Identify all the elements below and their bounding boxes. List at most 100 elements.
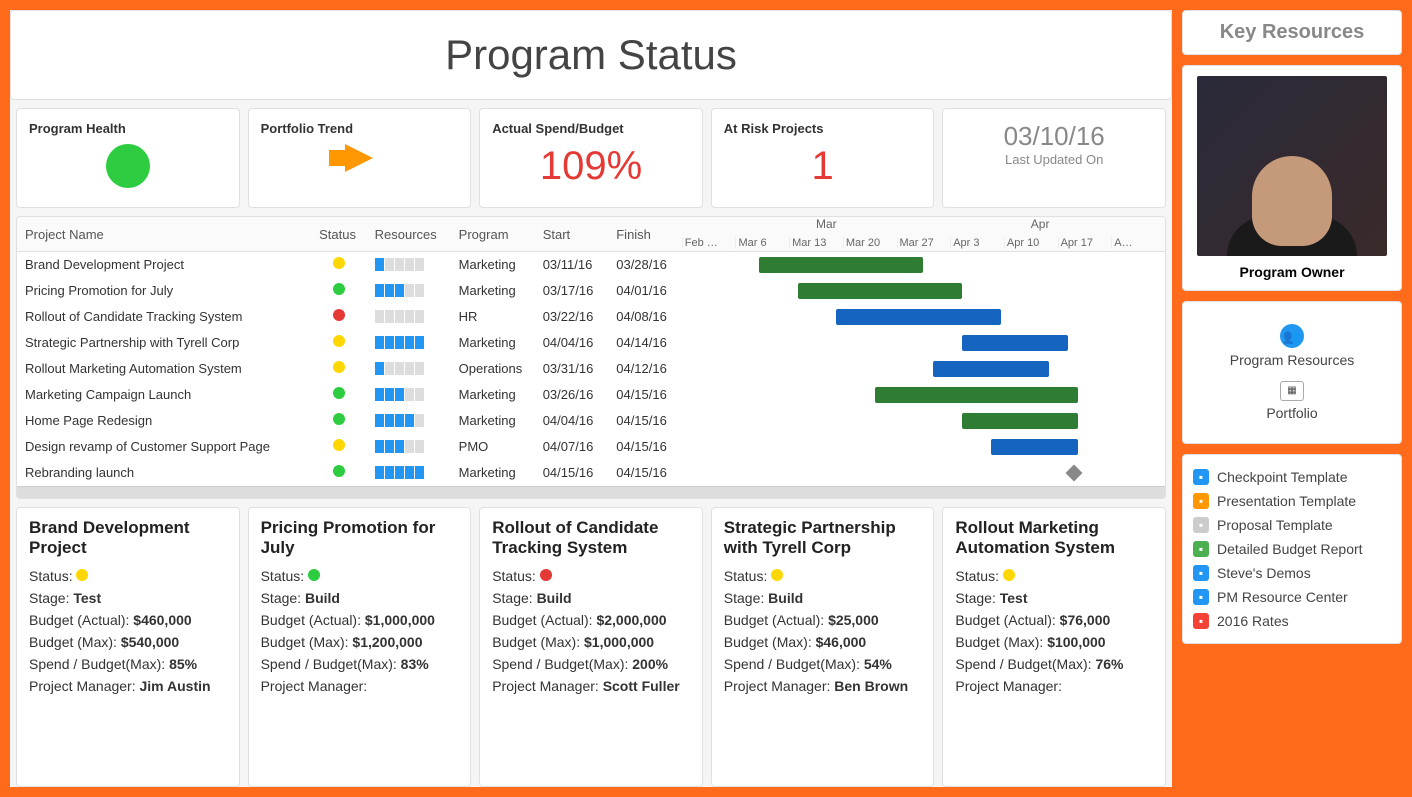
program-owner-card[interactable]: Program Owner: [1182, 65, 1402, 291]
kpi-updated-date: 03/10/16: [955, 121, 1153, 152]
status-indicator-icon: [333, 387, 345, 399]
project-detail-card[interactable]: Strategic Partnership with Tyrell CorpSt…: [711, 507, 935, 788]
cell-program: Operations: [451, 356, 535, 382]
detail-stage: Stage: Test: [29, 590, 227, 606]
cell-program: Marketing: [451, 252, 535, 278]
file-icon: ▪: [1193, 493, 1209, 509]
cell-finish: 04/15/16: [608, 460, 682, 486]
person-icon: [395, 336, 404, 349]
detail-stage: Stage: Test: [955, 590, 1153, 606]
cell-start: 04/04/16: [535, 330, 609, 356]
person-icon: [385, 258, 394, 271]
resource-link[interactable]: ▪Proposal Template: [1193, 513, 1391, 537]
detail-pm: Project Manager: Ben Brown: [724, 678, 922, 694]
project-detail-card[interactable]: Rollout Marketing Automation SystemStatu…: [942, 507, 1166, 788]
cell-program: Marketing: [451, 330, 535, 356]
person-icon: [405, 414, 414, 427]
project-detail-card[interactable]: Rollout of Candidate Tracking SystemStat…: [479, 507, 703, 788]
col-finish[interactable]: Finish: [608, 217, 682, 252]
portfolio-button[interactable]: ▦ Portfolio: [1193, 380, 1391, 421]
resource-link[interactable]: ▪2016 Rates: [1193, 609, 1391, 633]
person-icon: [405, 440, 414, 453]
project-detail-cards: Brand Development ProjectStatus: Stage: …: [10, 507, 1172, 788]
milestone-icon[interactable]: [1066, 464, 1083, 481]
table-row[interactable]: Design revamp of Customer Support PagePM…: [17, 434, 1165, 460]
trend-arrow-icon: [345, 144, 373, 172]
detail-title: Rollout Marketing Automation System: [955, 518, 1153, 558]
person-icon: [375, 284, 384, 297]
table-row[interactable]: Marketing Campaign LaunchMarketing03/26/…: [17, 382, 1165, 408]
project-detail-card[interactable]: Brand Development ProjectStatus: Stage: …: [16, 507, 240, 788]
detail-budget_actual: Budget (Actual): $76,000: [955, 612, 1153, 628]
detail-budget_max: Budget (Max): $100,000: [955, 634, 1153, 650]
gantt-bar[interactable]: [962, 335, 1068, 351]
detail-status: Status:: [492, 568, 690, 584]
gantt-bar[interactable]: [875, 387, 1078, 403]
table-row[interactable]: Rebranding launchMarketing04/15/1604/15/…: [17, 460, 1165, 486]
status-indicator-icon: [333, 413, 345, 425]
cell-program: Marketing: [451, 278, 535, 304]
person-icon: [405, 362, 414, 375]
detail-title: Strategic Partnership with Tyrell Corp: [724, 518, 922, 558]
person-icon: [415, 284, 424, 297]
table-row[interactable]: Pricing Promotion for JulyMarketing03/17…: [17, 278, 1165, 304]
cell-start: 04/04/16: [535, 408, 609, 434]
project-name: Pricing Promotion for July: [17, 278, 311, 304]
horizontal-scrollbar[interactable]: [17, 486, 1165, 498]
project-name: Marketing Campaign Launch: [17, 382, 311, 408]
table-row[interactable]: Home Page RedesignMarketing04/04/1604/15…: [17, 408, 1165, 434]
status-indicator-icon: [333, 361, 345, 373]
resource-link[interactable]: ▪Checkpoint Template: [1193, 465, 1391, 489]
col-program[interactable]: Program: [451, 217, 535, 252]
kpi-spend-value: 109%: [492, 144, 690, 189]
person-icon: [375, 388, 384, 401]
kpi-row: Program Health Portfolio Trend Actual Sp…: [10, 108, 1172, 208]
project-detail-card[interactable]: Pricing Promotion for JulyStatus: Stage:…: [248, 507, 472, 788]
cell-program: HR: [451, 304, 535, 330]
table-row[interactable]: Rollout Marketing Automation SystemOpera…: [17, 356, 1165, 382]
cell-finish: 03/28/16: [608, 252, 682, 278]
gantt-bar[interactable]: [836, 309, 1000, 325]
col-start[interactable]: Start: [535, 217, 609, 252]
cell-program: PMO: [451, 434, 535, 460]
program-resources-button[interactable]: 👥 Program Resources: [1193, 324, 1391, 368]
person-icon: [395, 388, 404, 401]
detail-budget_max: Budget (Max): $540,000: [29, 634, 227, 650]
col-resources[interactable]: Resources: [367, 217, 451, 252]
program-owner-avatar: [1197, 76, 1387, 256]
person-icon: [385, 466, 394, 479]
resource-link[interactable]: ▪Steve's Demos: [1193, 561, 1391, 585]
person-icon: [385, 414, 394, 427]
person-icon: [405, 336, 414, 349]
table-row[interactable]: Brand Development ProjectMarketing03/11/…: [17, 252, 1165, 278]
person-icon: [405, 284, 414, 297]
person-icon: [385, 362, 394, 375]
status-indicator-icon: [308, 569, 320, 581]
kpi-risk-value: 1: [724, 144, 922, 189]
kpi-health: Program Health: [16, 108, 240, 208]
gantt-bar[interactable]: [991, 439, 1078, 455]
page-title-card: Program Status: [10, 10, 1172, 100]
project-table: Project NameStatusResourcesProgramStartF…: [16, 216, 1166, 499]
resource-link[interactable]: ▪Presentation Template: [1193, 489, 1391, 513]
resource-link[interactable]: ▪Detailed Budget Report: [1193, 537, 1391, 561]
gantt-bar[interactable]: [759, 257, 923, 273]
resource-link[interactable]: ▪ PM Resource Center: [1193, 585, 1391, 609]
gantt-bar[interactable]: [798, 283, 962, 299]
col-status[interactable]: Status: [311, 217, 367, 252]
project-name: Rebranding launch: [17, 460, 311, 486]
gantt-cell: [682, 382, 1165, 408]
gantt-bar[interactable]: [933, 361, 1049, 377]
table-row[interactable]: Strategic Partnership with Tyrell CorpMa…: [17, 330, 1165, 356]
cell-finish: 04/15/16: [608, 408, 682, 434]
key-resources-title: Key Resources: [1193, 21, 1391, 44]
link-label: PM Resource Center: [1217, 589, 1348, 605]
person-icon: [375, 310, 384, 323]
file-icon: ▪: [1193, 589, 1209, 605]
col-project-name[interactable]: Project Name: [17, 217, 311, 252]
gantt-bar[interactable]: [962, 413, 1078, 429]
table-row[interactable]: Rollout of Candidate Tracking SystemHR03…: [17, 304, 1165, 330]
link-label: Checkpoint Template: [1217, 469, 1347, 485]
person-icon: [415, 258, 424, 271]
cell-start: 03/22/16: [535, 304, 609, 330]
